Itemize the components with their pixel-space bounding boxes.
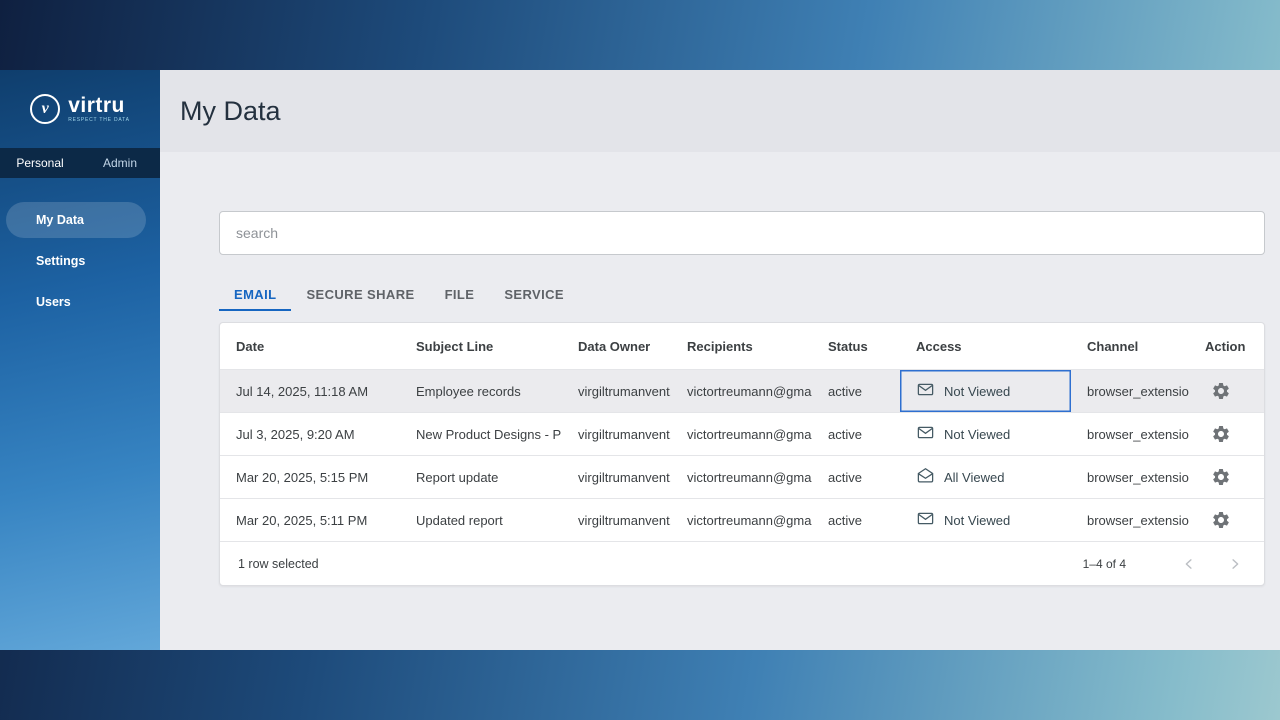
access-label: Not Viewed xyxy=(944,513,1010,528)
cell-action xyxy=(1189,413,1264,455)
chevron-right-icon[interactable] xyxy=(1224,553,1246,575)
cell-access: Not Viewed xyxy=(900,413,1071,455)
mail-read-icon xyxy=(916,466,935,488)
table-body: Jul 14, 2025, 11:18 AMEmployee recordsvi… xyxy=(220,369,1264,541)
sidebar-item-my-data[interactable]: My Data xyxy=(6,202,146,238)
cell-date: Jul 14, 2025, 11:18 AM xyxy=(220,370,400,412)
cell-status: active xyxy=(812,456,900,498)
page-title: My Data xyxy=(180,96,281,127)
cell-action xyxy=(1189,456,1264,498)
cell-access: All Viewed xyxy=(900,456,1071,498)
cell-access: Not Viewed xyxy=(900,499,1071,541)
cell-status: active xyxy=(812,499,900,541)
cell-action xyxy=(1189,499,1264,541)
logo-letter: v xyxy=(42,100,49,118)
gear-icon[interactable] xyxy=(1207,506,1235,534)
content: EMAIL SECURE SHARE FILE SERVICE Date Sub… xyxy=(160,152,1280,586)
main-area: My Data EMAIL SECURE SHARE FILE SERVICE … xyxy=(160,70,1280,650)
col-action: Action xyxy=(1189,323,1264,369)
sidebar-item-settings[interactable]: Settings xyxy=(6,243,146,279)
access-label: Not Viewed xyxy=(944,427,1010,442)
cell-subject: Report update xyxy=(400,456,562,498)
cell-owner: virgiltrumanvent... xyxy=(562,499,671,541)
mail-unread-icon xyxy=(916,423,935,445)
col-access: Access xyxy=(900,323,1071,369)
col-status: Status xyxy=(812,323,900,369)
brand-tagline: RESPECT THE DATA xyxy=(68,118,130,123)
tab-admin[interactable]: Admin xyxy=(80,148,160,178)
tab-service[interactable]: SERVICE xyxy=(489,279,579,311)
cell-owner: virgiltrumanvent... xyxy=(562,456,671,498)
cell-action xyxy=(1189,370,1264,412)
gear-icon[interactable] xyxy=(1207,420,1235,448)
data-table: Date Subject Line Data Owner Recipients … xyxy=(219,322,1265,586)
tab-secure-share[interactable]: SECURE SHARE xyxy=(291,279,429,311)
table-row[interactable]: Jul 14, 2025, 11:18 AMEmployee recordsvi… xyxy=(220,369,1264,412)
content-tabs: EMAIL SECURE SHARE FILE SERVICE xyxy=(219,279,1265,311)
brand-name: virtru xyxy=(68,95,130,116)
cell-channel: browser_extensio... xyxy=(1071,413,1189,455)
brand-logo: v virtru RESPECT THE DATA xyxy=(0,70,160,148)
cell-subject: New Product Designs - Pro... xyxy=(400,413,562,455)
col-recipients: Recipients xyxy=(671,323,812,369)
table-row[interactable]: Mar 20, 2025, 5:15 PMReport updatevirgil… xyxy=(220,455,1264,498)
cell-channel: browser_extensio... xyxy=(1071,499,1189,541)
app-window: v virtru RESPECT THE DATA Personal Admin… xyxy=(0,70,1280,650)
sidebar-mode-tabs: Personal Admin xyxy=(0,148,160,178)
sidebar-nav: My Data Settings Users xyxy=(0,202,160,320)
access-label: Not Viewed xyxy=(944,384,1010,399)
page-header: My Data xyxy=(160,70,1280,152)
cell-recipients: victortreumann@gmai... xyxy=(671,499,812,541)
table-footer: 1 row selected 1–4 of 4 xyxy=(220,541,1264,585)
cell-owner: virgiltrumanvent... xyxy=(562,370,671,412)
mail-unread-icon xyxy=(916,509,935,531)
cell-channel: browser_extensio... xyxy=(1071,456,1189,498)
cell-owner: virgiltrumanvent... xyxy=(562,413,671,455)
sidebar: v virtru RESPECT THE DATA Personal Admin… xyxy=(0,70,160,650)
virtru-logo-icon: v xyxy=(30,94,60,124)
chevron-left-icon[interactable] xyxy=(1178,553,1200,575)
table-row[interactable]: Mar 20, 2025, 5:11 PMUpdated reportvirgi… xyxy=(220,498,1264,541)
cell-channel: browser_extensio... xyxy=(1071,370,1189,412)
col-subject-line: Subject Line xyxy=(400,323,562,369)
tab-email[interactable]: EMAIL xyxy=(219,279,291,311)
table-header: Date Subject Line Data Owner Recipients … xyxy=(220,323,1264,369)
cell-recipients: victortreumann@gmai... xyxy=(671,413,812,455)
col-data-owner: Data Owner xyxy=(562,323,671,369)
cell-date: Jul 3, 2025, 9:20 AM xyxy=(220,413,400,455)
mail-unread-icon xyxy=(916,380,935,402)
cell-access: Not Viewed xyxy=(900,370,1071,412)
gear-icon[interactable] xyxy=(1207,463,1235,491)
selection-count: 1 row selected xyxy=(238,557,319,571)
col-date: Date xyxy=(220,323,400,369)
sidebar-item-users[interactable]: Users xyxy=(6,284,146,320)
cell-recipients: victortreumann@gmai... xyxy=(671,456,812,498)
search-input[interactable] xyxy=(219,211,1265,255)
cell-status: active xyxy=(812,413,900,455)
cell-recipients: victortreumann@gmai... xyxy=(671,370,812,412)
cell-subject: Updated report xyxy=(400,499,562,541)
gear-icon[interactable] xyxy=(1207,377,1235,405)
table-row[interactable]: Jul 3, 2025, 9:20 AMNew Product Designs … xyxy=(220,412,1264,455)
access-label: All Viewed xyxy=(944,470,1004,485)
pagination-range: 1–4 of 4 xyxy=(1083,557,1126,571)
cell-subject: Employee records xyxy=(400,370,562,412)
tab-personal[interactable]: Personal xyxy=(0,148,80,178)
col-channel: Channel xyxy=(1071,323,1189,369)
cell-status: active xyxy=(812,370,900,412)
tab-file[interactable]: FILE xyxy=(430,279,490,311)
cell-date: Mar 20, 2025, 5:15 PM xyxy=(220,456,400,498)
cell-date: Mar 20, 2025, 5:11 PM xyxy=(220,499,400,541)
